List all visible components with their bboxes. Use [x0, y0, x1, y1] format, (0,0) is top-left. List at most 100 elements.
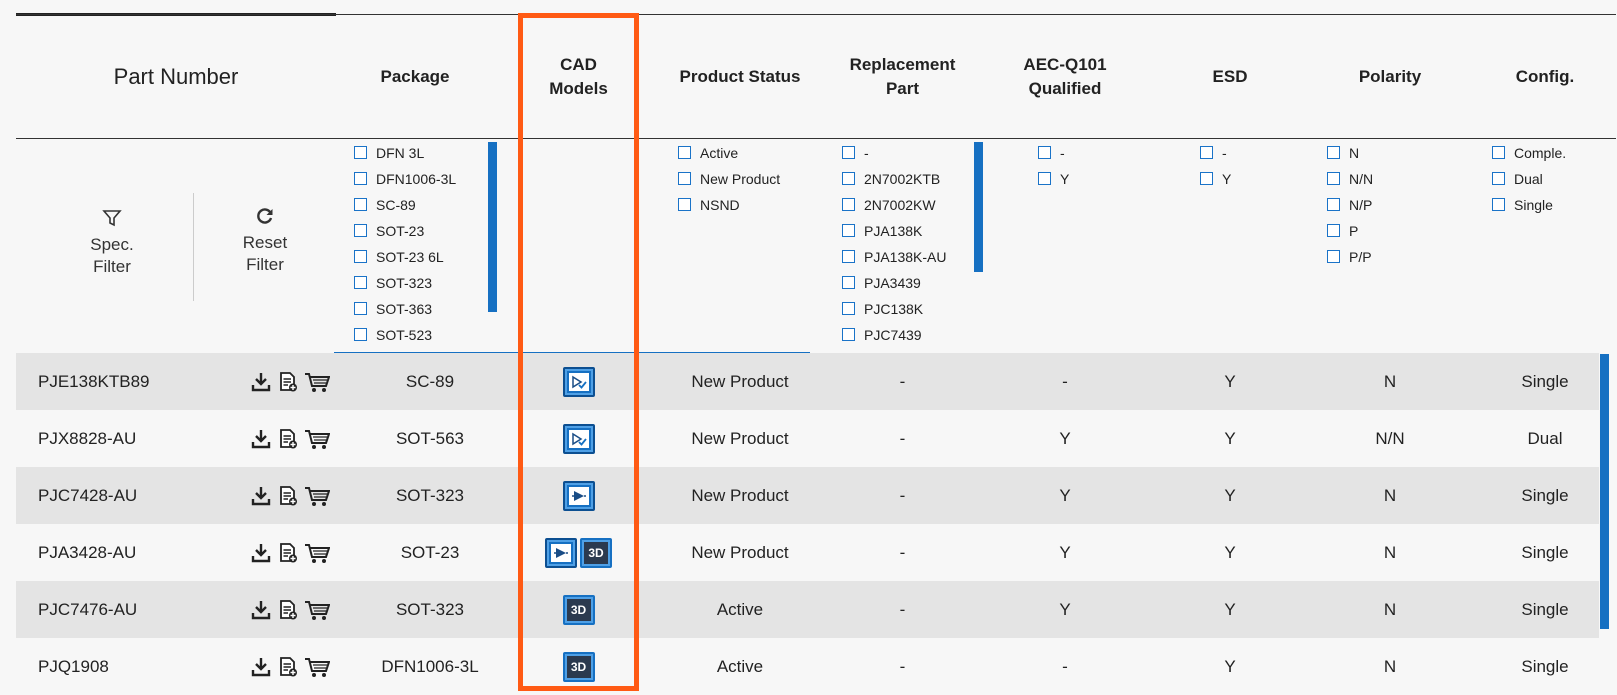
checkbox[interactable] [678, 198, 691, 211]
cad-schematic-check-icon[interactable] [562, 423, 595, 454]
package-filter-option[interactable]: SOT-523 [354, 325, 456, 351]
checkbox[interactable] [354, 146, 367, 159]
download-icon[interactable] [250, 656, 272, 678]
package-filter-option[interactable]: SOT-363 [354, 299, 456, 325]
checkbox[interactable] [842, 328, 855, 341]
checkbox[interactable] [1200, 172, 1213, 185]
spec-filter-button[interactable]: Spec. Filter [62, 208, 162, 278]
add-datasheet-icon[interactable] [277, 599, 299, 621]
cad-3d-model-icon[interactable]: 3D [562, 651, 595, 682]
package-filter-scrollbar[interactable] [488, 142, 497, 312]
checkbox[interactable] [842, 302, 855, 315]
header-replacement-part[interactable]: Replacement Part [830, 52, 975, 102]
add-datasheet-icon[interactable] [277, 371, 299, 393]
cart-icon[interactable] [304, 599, 332, 621]
checkbox[interactable] [842, 250, 855, 263]
replacement-filter-option[interactable]: PJC138K [842, 299, 946, 325]
checkbox[interactable] [842, 146, 855, 159]
checkbox[interactable] [1327, 146, 1340, 159]
reset-filter-button[interactable]: Reset Filter [215, 206, 315, 276]
checkbox[interactable] [1038, 146, 1051, 159]
header-polarity[interactable]: Polarity [1310, 50, 1470, 104]
cad-3d-model-icon[interactable]: 3D [562, 594, 595, 625]
add-datasheet-icon[interactable] [277, 428, 299, 450]
checkbox[interactable] [354, 250, 367, 263]
polarity-filter-option[interactable]: N [1327, 143, 1373, 169]
polarity-filter-option[interactable]: N/N [1327, 169, 1373, 195]
checkbox[interactable] [678, 172, 691, 185]
download-icon[interactable] [250, 428, 272, 450]
polarity-filter-option[interactable]: P/P [1327, 247, 1373, 273]
header-esd[interactable]: ESD [1170, 50, 1290, 104]
checkbox[interactable] [354, 172, 367, 185]
checkbox[interactable] [842, 224, 855, 237]
checkbox[interactable] [1038, 172, 1051, 185]
checkbox[interactable] [354, 198, 367, 211]
download-icon[interactable] [250, 485, 272, 507]
esd-filter-option[interactable]: - [1200, 143, 1231, 169]
replacement-filter-option[interactable]: 2N7002KTB [842, 169, 946, 195]
checkbox[interactable] [354, 302, 367, 315]
checkbox[interactable] [842, 276, 855, 289]
download-icon[interactable] [250, 599, 272, 621]
checkbox[interactable] [1200, 146, 1213, 159]
table-row[interactable]: PJA3428-AU SOT-23 3D New Product - Y Y N Single [16, 524, 1599, 581]
download-icon[interactable] [250, 371, 272, 393]
package-filter-option[interactable]: DFN1006-3L [354, 169, 456, 195]
checkbox[interactable] [842, 172, 855, 185]
header-part-number[interactable]: Part Number [16, 50, 336, 104]
checkbox[interactable] [1327, 250, 1340, 263]
config-filter-option[interactable]: Single [1492, 195, 1566, 221]
cad-symbol-footprint-icon[interactable] [545, 537, 577, 568]
checkbox[interactable] [1492, 146, 1505, 159]
table-row[interactable]: PJC7428-AU SOT-323 New Product - Y Y N Single [16, 467, 1599, 524]
replacement-filter-option[interactable]: PJA138K-AU [842, 247, 946, 273]
replacement-filter-option[interactable]: PJA3439 [842, 273, 946, 299]
cad-symbol-footprint-icon[interactable] [562, 480, 595, 511]
add-datasheet-icon[interactable] [277, 656, 299, 678]
cart-icon[interactable] [304, 542, 332, 564]
replacement-filter-option[interactable]: 2N7002KW [842, 195, 946, 221]
header-product-status[interactable]: Product Status [660, 50, 820, 104]
table-row[interactable]: PJX8828-AU SOT-563 New Product - Y Y N/N Dual [16, 410, 1599, 467]
header-cad-models[interactable]: CAD Models [520, 52, 637, 102]
esd-filter-option[interactable]: Y [1200, 169, 1231, 195]
checkbox[interactable] [354, 328, 367, 341]
aec-filter-option[interactable]: Y [1038, 169, 1069, 195]
download-icon[interactable] [250, 542, 272, 564]
table-row[interactable]: PJC7476-AU SOT-323 3D Active - Y Y N Single [16, 581, 1599, 638]
table-row[interactable]: PJQ1908 DFN1006-3L 3D Active - - Y N Single [16, 638, 1599, 695]
polarity-filter-option[interactable]: N/P [1327, 195, 1373, 221]
checkbox[interactable] [354, 224, 367, 237]
checkbox[interactable] [842, 198, 855, 211]
package-filter-option[interactable]: DFN 3L [354, 143, 456, 169]
package-filter-option[interactable]: SOT-323 [354, 273, 456, 299]
cart-icon[interactable] [304, 371, 332, 393]
package-filter-option[interactable]: SOT-23 6L [354, 247, 456, 273]
table-vertical-scrollbar[interactable] [1600, 354, 1609, 629]
checkbox[interactable] [1327, 198, 1340, 211]
checkbox[interactable] [354, 276, 367, 289]
config-filter-option[interactable]: Dual [1492, 169, 1566, 195]
table-row[interactable]: PJE138KTB89 SC-89 New Product - - Y N Single [16, 353, 1599, 410]
checkbox[interactable] [1492, 172, 1505, 185]
add-datasheet-icon[interactable] [277, 485, 299, 507]
add-datasheet-icon[interactable] [277, 542, 299, 564]
header-aec-q101[interactable]: AEC-Q101 Qualified [990, 52, 1140, 102]
header-config[interactable]: Config. [1490, 50, 1600, 104]
checkbox[interactable] [1327, 224, 1340, 237]
replacement-filter-option[interactable]: - [842, 143, 946, 169]
checkbox[interactable] [678, 146, 691, 159]
package-filter-option[interactable]: SC-89 [354, 195, 456, 221]
replacement-filter-option[interactable]: PJC7439 [842, 325, 946, 351]
polarity-filter-option[interactable]: P [1327, 221, 1373, 247]
status-filter-option[interactable]: Active [678, 143, 780, 169]
package-filter-option[interactable]: SOT-23 [354, 221, 456, 247]
cart-icon[interactable] [304, 428, 332, 450]
header-package[interactable]: Package [340, 50, 490, 104]
cad-schematic-check-icon[interactable] [562, 366, 595, 397]
config-filter-option[interactable]: Comple. [1492, 143, 1566, 169]
replacement-filter-option[interactable]: PJA138K [842, 221, 946, 247]
cart-icon[interactable] [304, 656, 332, 678]
cad-3d-model-icon[interactable]: 3D [580, 537, 612, 568]
